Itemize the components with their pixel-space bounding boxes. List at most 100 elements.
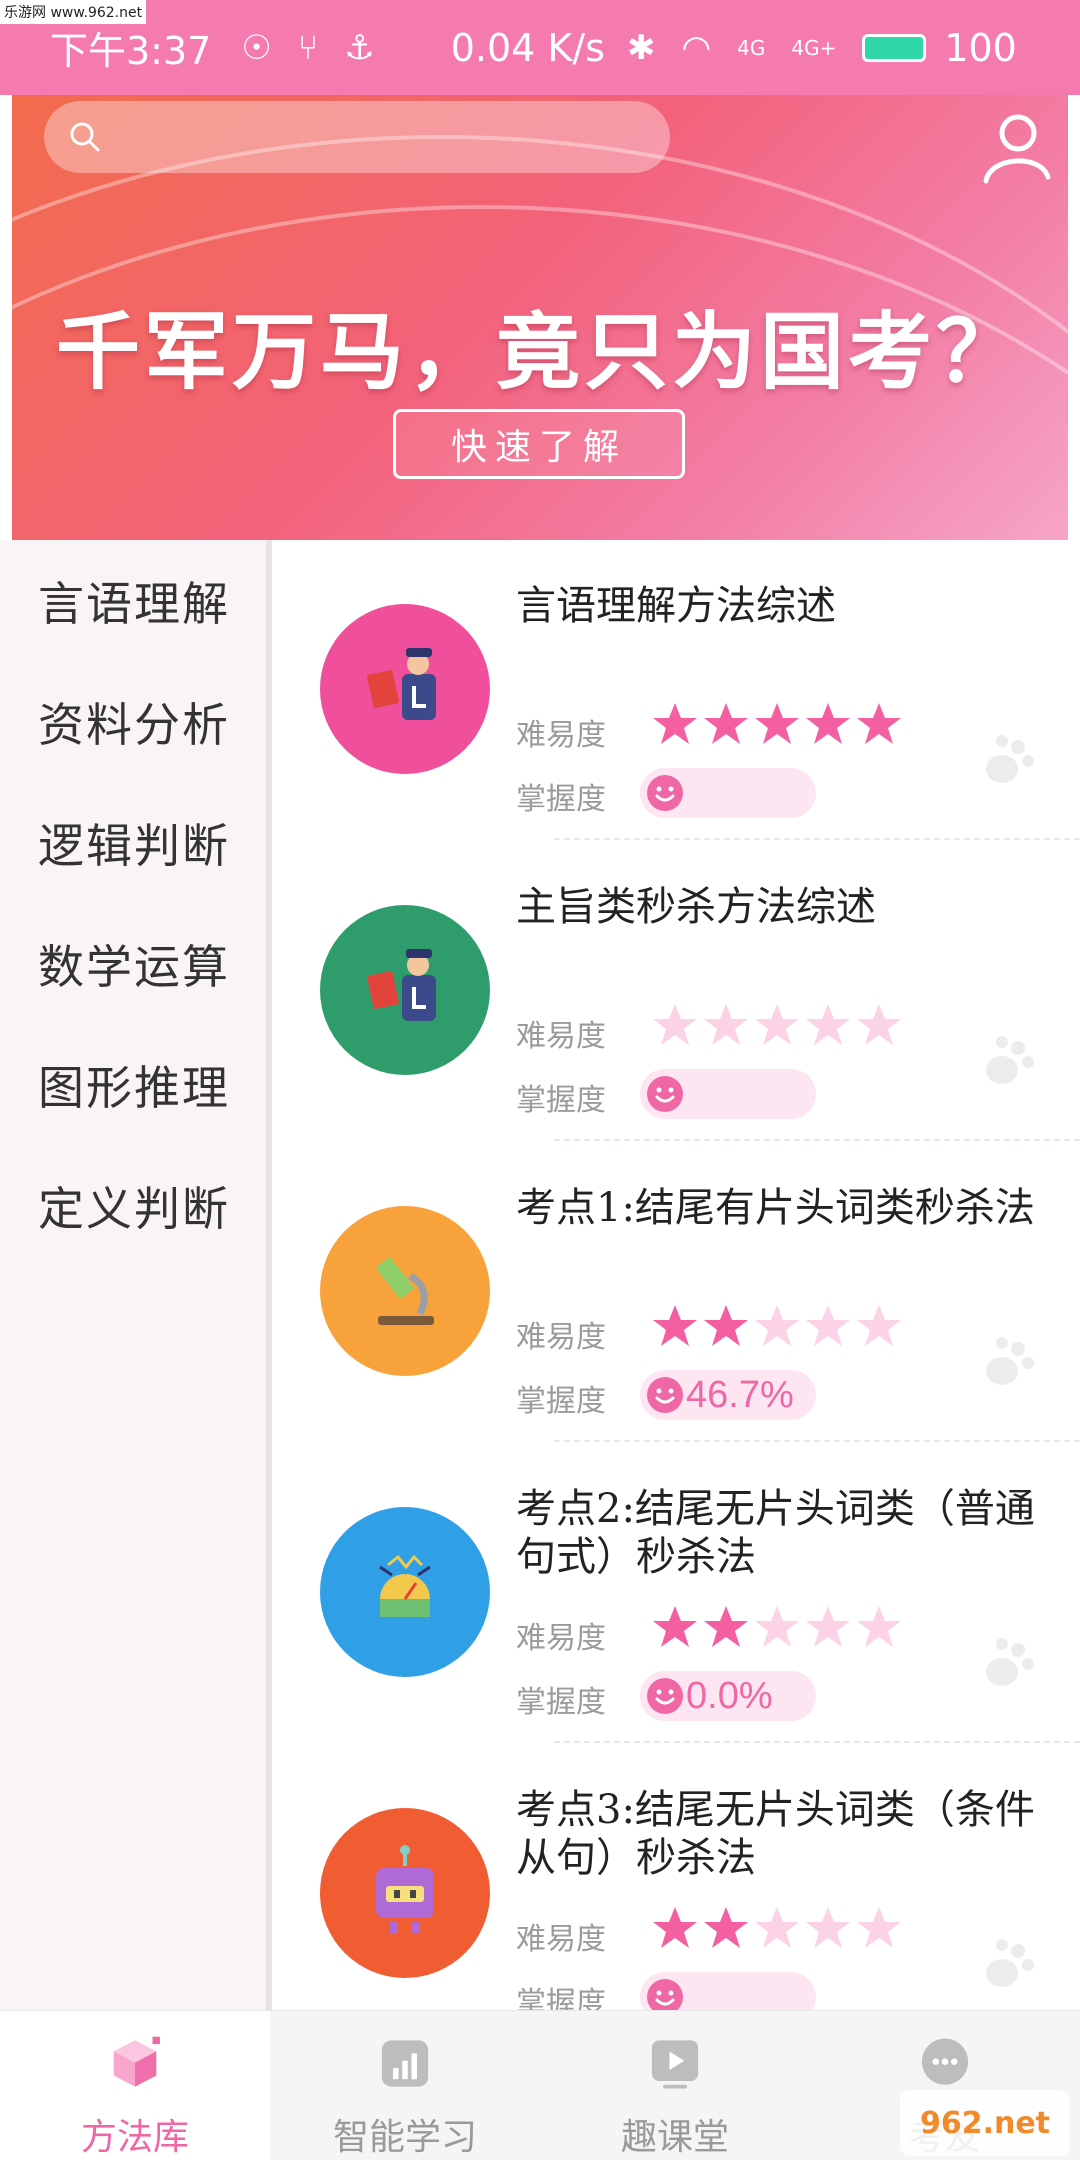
star-empty-icon xyxy=(857,1305,901,1346)
lesson-avatar xyxy=(320,604,490,774)
lesson-card[interactable]: 考点2:结尾无片头词类（普通句式）秒杀法 难易度 掌握度 0.0% xyxy=(278,1443,1080,1743)
promo-banner[interactable]: 千军万马，竟只为国考？ 快速了解 xyxy=(12,95,1068,540)
wifi-icon: ◠ xyxy=(681,27,712,68)
search-icon xyxy=(70,122,100,152)
mastery-label: 掌握度 xyxy=(516,1986,606,2010)
app-notification-icon: ☉ xyxy=(241,27,272,68)
star-empty-icon xyxy=(857,1606,901,1647)
lesson-avatar xyxy=(320,1507,490,1677)
lesson-title: 主旨类秒杀方法综述 xyxy=(516,884,876,930)
lesson-card[interactable]: 主旨类秒杀方法综述 难易度 掌握度 xyxy=(278,841,1080,1141)
star-filled-icon xyxy=(857,703,901,744)
mastery-label: 掌握度 xyxy=(516,1083,606,1118)
mastery-label: 掌握度 xyxy=(516,1384,606,1419)
mastery-badge: 46.7% xyxy=(640,1370,816,1420)
lesson-card[interactable]: 言语理解方法综述 难易度 掌握度 xyxy=(278,540,1080,840)
difficulty-stars xyxy=(650,1302,905,1352)
star-empty-icon xyxy=(857,1004,901,1045)
video-icon xyxy=(651,2040,699,2089)
paw-icon xyxy=(986,1036,1034,1084)
mastery-label: 掌握度 xyxy=(516,1685,606,1720)
mastery-badge xyxy=(640,768,816,818)
tab-fun-class[interactable]: 趣课堂 xyxy=(540,2011,810,2160)
smile-icon xyxy=(647,1979,683,2010)
sidebar-item-definition[interactable]: 定义判断 xyxy=(0,1145,266,1266)
star-filled-icon xyxy=(704,1907,748,1948)
share-icon: ⑂ xyxy=(297,27,319,68)
paw-icon xyxy=(986,1638,1034,1686)
lesson-title: 言语理解方法综述 xyxy=(516,583,836,629)
signal-4g-plus-icon: 4G+ xyxy=(791,35,837,60)
lesson-avatar xyxy=(320,1808,490,1978)
lesson-avatar xyxy=(320,1206,490,1376)
lesson-title: 考点1:结尾有片头词类秒杀法 xyxy=(516,1185,1035,1231)
star-empty-icon xyxy=(806,1907,850,1948)
search-input[interactable] xyxy=(116,120,636,154)
paw-icon xyxy=(986,1939,1034,1987)
cube-icon xyxy=(113,2036,160,2087)
learn-more-button[interactable]: 快速了解 xyxy=(393,409,685,479)
lesson-title: 考点3:结尾无片头词类（条件从句）秒杀法 xyxy=(516,1787,1035,1881)
star-filled-icon xyxy=(704,703,748,744)
star-filled-icon xyxy=(653,1907,697,1948)
difficulty-label: 难易度 xyxy=(516,1019,606,1054)
star-empty-icon xyxy=(704,1004,748,1045)
lesson-card[interactable]: 考点3:结尾无片头词类（条件从句）秒杀法 难易度 掌握度 xyxy=(278,1744,1080,2010)
star-empty-icon xyxy=(755,1907,799,1948)
mastery-badge xyxy=(640,1972,816,2010)
paw-icon xyxy=(986,735,1034,783)
sidebar-item-graphic[interactable]: 图形推理 xyxy=(0,1024,266,1145)
lesson-list: 言语理解方法综述 难易度 掌握度 主旨类秒杀方法综述 难易度 掌握度 考点1:结… xyxy=(278,540,1080,2010)
chat-icon xyxy=(921,2038,969,2085)
difficulty-label: 难易度 xyxy=(516,1320,606,1355)
difficulty-label: 难易度 xyxy=(516,1621,606,1656)
difficulty-label: 难易度 xyxy=(516,1922,606,1957)
star-empty-icon xyxy=(755,1606,799,1647)
tab-label: 方法库 xyxy=(80,2117,189,2158)
mastery-label: 掌握度 xyxy=(516,782,606,817)
smile-icon xyxy=(647,775,683,811)
lesson-card[interactable]: 考点1:结尾有片头词类秒杀法 难易度 掌握度 46.7% xyxy=(278,1142,1080,1442)
meter-device-icon xyxy=(379,1554,431,1617)
star-empty-icon xyxy=(806,1004,850,1045)
star-filled-icon xyxy=(704,1305,748,1346)
difficulty-stars xyxy=(650,1603,905,1653)
star-filled-icon xyxy=(806,703,850,744)
sidebar-item-math[interactable]: 数学运算 xyxy=(0,903,266,1024)
robot-icon xyxy=(376,1845,434,1934)
category-sidebar: 言语理解 资料分析 逻辑判断 数学运算 图形推理 定义判断 xyxy=(0,540,272,2010)
star-filled-icon xyxy=(653,1305,697,1346)
status-time: 下午3:37 xyxy=(50,29,212,73)
reading-officer-icon xyxy=(367,648,436,720)
star-filled-icon xyxy=(704,1606,748,1647)
bluetooth-icon: ✱ xyxy=(626,27,656,68)
network-speed: 0.04 K/s xyxy=(450,25,605,70)
mastery-value: 46.7% xyxy=(686,1373,794,1416)
difficulty-label: 难易度 xyxy=(516,718,606,753)
battery-icon xyxy=(862,33,927,62)
site-watermark-logo: 962.net xyxy=(900,2090,1070,2156)
star-empty-icon xyxy=(755,1305,799,1346)
user-profile-icon[interactable] xyxy=(978,109,1054,185)
star-empty-icon xyxy=(806,1305,850,1346)
sidebar-item-data-analysis[interactable]: 资料分析 xyxy=(0,661,266,782)
star-filled-icon xyxy=(755,703,799,744)
row-divider xyxy=(554,1741,1080,1743)
difficulty-stars xyxy=(650,1001,905,1051)
usb-icon: ⚓ xyxy=(344,27,375,68)
row-divider xyxy=(554,838,1080,840)
star-filled-icon xyxy=(653,1606,697,1647)
tab-smart-learning[interactable]: 智能学习 xyxy=(270,2011,540,2160)
banner-slogan: 千军万马，竟只为国考？ xyxy=(55,303,1024,401)
smile-icon xyxy=(647,1678,683,1714)
smile-icon xyxy=(647,1377,683,1413)
sidebar-item-logic[interactable]: 逻辑判断 xyxy=(0,782,266,903)
status-bar: 乐游网 www.962.net 下午3:37 ☉ ⑂ ⚓ 0.04 K/s ✱ … xyxy=(0,0,1080,95)
mastery-badge xyxy=(640,1069,816,1119)
search-bar[interactable] xyxy=(44,101,670,173)
tab-method-library[interactable]: 方法库 xyxy=(0,2011,270,2160)
row-divider xyxy=(554,1440,1080,1442)
sidebar-item-verbal[interactable]: 言语理解 xyxy=(0,540,266,661)
watermark-text: 乐游网 www.962.net xyxy=(0,0,147,24)
signal-4g-icon: 4G xyxy=(737,35,766,60)
